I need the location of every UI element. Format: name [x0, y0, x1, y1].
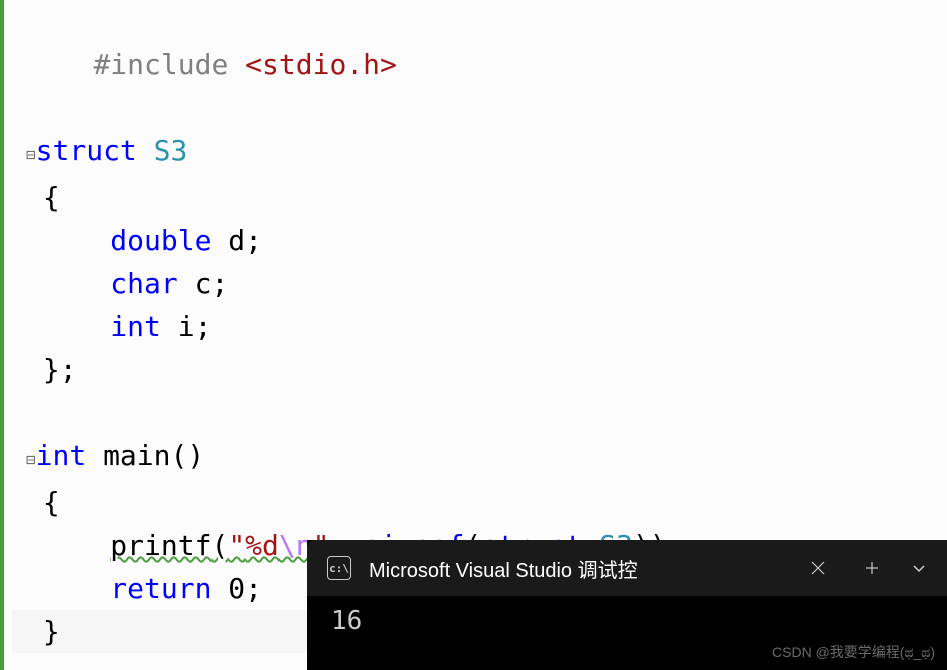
chevron-down-icon	[911, 560, 927, 576]
terminal-output: 16	[307, 596, 947, 646]
close-button[interactable]	[791, 548, 845, 588]
code-line-7: };	[12, 348, 947, 391]
terminal-icon: c:\	[327, 556, 351, 580]
close-icon	[810, 560, 826, 576]
code-line-9: ⊟int main()	[12, 434, 947, 481]
new-tab-button[interactable]	[845, 548, 899, 588]
terminal-title: Microsoft Visual Studio 调试控	[369, 554, 791, 583]
terminal-titlebar[interactable]: c:\ Microsoft Visual Studio 调试控	[307, 540, 947, 596]
type-name: S3	[154, 134, 188, 167]
code-line-8	[12, 391, 947, 434]
code-line-2: ⊟struct S3	[12, 129, 947, 176]
code-line-5: char c;	[12, 262, 947, 305]
code-line-10: {	[12, 481, 947, 524]
code-line-4: double d;	[12, 219, 947, 262]
keyword-struct: struct	[36, 134, 154, 167]
plus-icon	[864, 560, 880, 576]
code-line-3: {	[12, 176, 947, 219]
fold-marker-icon[interactable]: ⊟	[26, 450, 36, 469]
fold-marker-icon[interactable]: ⊟	[26, 145, 36, 164]
code-line-1: #include <stdio.h>	[12, 0, 947, 129]
preprocessor-directive: #include	[93, 48, 245, 81]
watermark: CSDN @我要学编程(ಥ_ಥ)	[772, 642, 935, 662]
include-path: <stdio.h>	[245, 48, 397, 81]
code-line-6: int i;	[12, 305, 947, 348]
dropdown-button[interactable]	[899, 548, 939, 588]
